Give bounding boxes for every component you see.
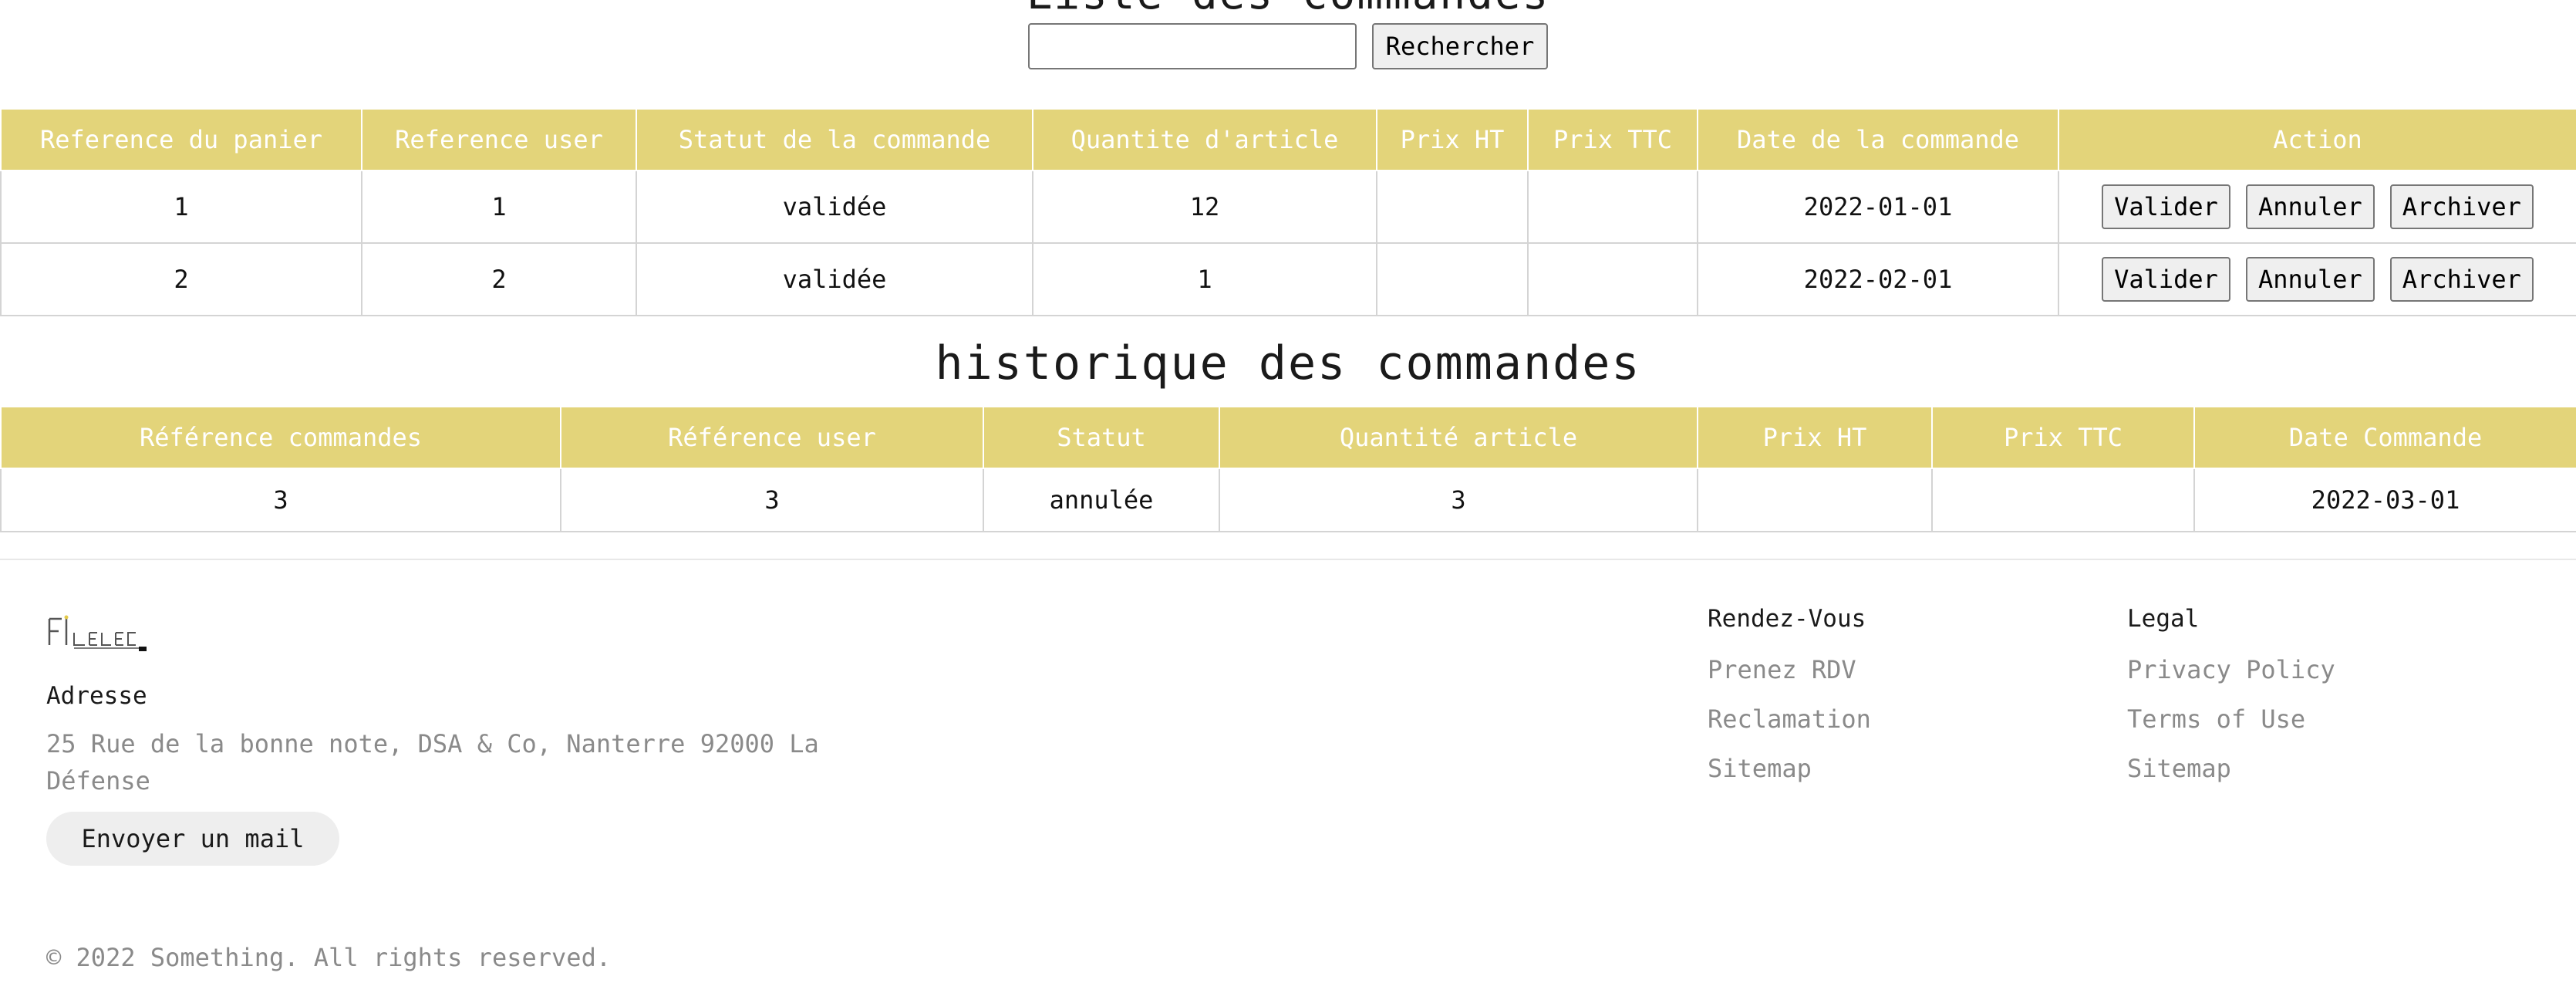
action-group: Valider Annuler Archiver [2059, 245, 2576, 314]
header-action: Action [2058, 108, 2576, 171]
cell-action: Valider Annuler Archiver [2058, 170, 2576, 244]
header-quantite: Quantité article [1219, 406, 1698, 469]
cell-ref-panier: 1 [0, 170, 362, 244]
page-title-clip: Liste des commandes [0, 0, 2576, 11]
footer-link-sitemap[interactable]: Sitemap [1708, 753, 1871, 802]
cell-quantite: 1 [1032, 242, 1377, 316]
header-prix-ttc: Prix TTC [1527, 108, 1698, 171]
cell-date: 2022-03-01 [2193, 468, 2576, 532]
archive-button[interactable]: Archiver [2389, 184, 2534, 229]
footer-column-title: Legal [2127, 605, 2200, 633]
cell-prix-ttc [1527, 170, 1698, 244]
cell-prix-ht [1697, 468, 1933, 532]
send-mail-button[interactable]: Envoyer un mail [46, 812, 339, 866]
header-ref-user: Référence user [560, 406, 984, 469]
header-ref-user: Reference user [361, 108, 637, 171]
cancel-button[interactable]: Annuler [2245, 184, 2375, 229]
header-statut: Statut [983, 406, 1220, 469]
address-title: Adresse [46, 682, 147, 710]
cell-quantite: 3 [1219, 468, 1698, 532]
cell-statut: validée [636, 170, 1033, 244]
header-ref-commande: Référence commandes [0, 406, 561, 469]
table-row: 3 3 annulée 3 2022-03-01 [0, 468, 2576, 532]
header-ref-panier: Reference du panier [0, 108, 362, 171]
filelec-logo[interactable] [46, 614, 154, 653]
footer-link-prenez-rdv[interactable]: Prenez RDV [1708, 654, 1871, 704]
search-bar: Rechercher [0, 23, 2576, 69]
cell-prix-ttc [1527, 242, 1698, 316]
footer-divider [0, 559, 2576, 560]
cell-ref-user: 2 [361, 242, 637, 316]
search-input[interactable] [1027, 23, 1357, 69]
cell-action: Valider Annuler Archiver [2058, 242, 2576, 316]
cancel-button[interactable]: Annuler [2245, 257, 2375, 302]
footer-link-privacy-policy[interactable]: Privacy Policy [2127, 654, 2335, 704]
cell-statut: validée [636, 242, 1033, 316]
table-row: 2 2 validée 1 2022-02-01 Valider Annuler… [0, 242, 2576, 316]
cell-statut: annulée [983, 468, 1220, 532]
cart-header-row: Reference du panier Reference user Statu… [0, 108, 2576, 171]
cell-date: 2022-02-01 [1697, 242, 2059, 316]
cell-ref-panier: 2 [0, 242, 362, 316]
validate-button[interactable]: Valider [2102, 184, 2230, 229]
history-title: historique des commandes [935, 336, 1641, 390]
header-prix-ht: Prix HT [1697, 406, 1933, 469]
footer-link-sitemap[interactable]: Sitemap [2127, 753, 2335, 802]
search-button[interactable]: Rechercher [1371, 23, 1549, 69]
action-group: Valider Annuler Archiver [2059, 172, 2576, 242]
cell-ref-commande: 3 [0, 468, 561, 532]
archive-button[interactable]: Archiver [2389, 257, 2534, 302]
footer-column-legal: Legal Privacy Policy Terms of Use Sitema… [2127, 605, 2335, 802]
footer-column-rendez-vous: Rendez-Vous Prenez RDV Reclamation Sitem… [1708, 605, 1871, 802]
cell-quantite: 12 [1032, 170, 1377, 244]
history-header-row: Référence commandes Référence user Statu… [0, 406, 2576, 469]
cell-prix-ht [1376, 170, 1529, 244]
footer-link-terms-of-use[interactable]: Terms of Use [2127, 704, 2335, 753]
cell-ref-user: 3 [560, 468, 984, 532]
header-statut: Statut de la commande [636, 108, 1033, 171]
history-table: Référence commandes Référence user Statu… [0, 406, 2576, 532]
footer-link-reclamation[interactable]: Reclamation [1708, 704, 1871, 753]
cell-prix-ht [1376, 242, 1529, 316]
page-title: Liste des commandes [0, 0, 2576, 11]
cell-date: 2022-01-01 [1697, 170, 2059, 244]
header-quantite: Quantite d'article [1032, 108, 1377, 171]
address-text: 25 Rue de la bonne note, DSA & Co, Nante… [46, 729, 819, 796]
validate-button[interactable]: Valider [2102, 257, 2230, 302]
footer-column-title: Rendez-Vous [1708, 605, 1866, 633]
copyright-text: © 2022 Something. All rights reserved. [46, 943, 612, 972]
table-row: 1 1 validée 12 2022-01-01 Valider Annule… [0, 170, 2576, 244]
cell-prix-ttc [1931, 468, 2195, 532]
header-prix-ht: Prix HT [1376, 108, 1529, 171]
header-date: Date de la commande [1697, 108, 2059, 171]
header-prix-ttc: Prix TTC [1931, 406, 2195, 469]
header-date: Date Commande [2193, 406, 2576, 469]
cell-ref-user: 1 [361, 170, 637, 244]
cart-table: Reference du panier Reference user Statu… [0, 108, 2576, 316]
